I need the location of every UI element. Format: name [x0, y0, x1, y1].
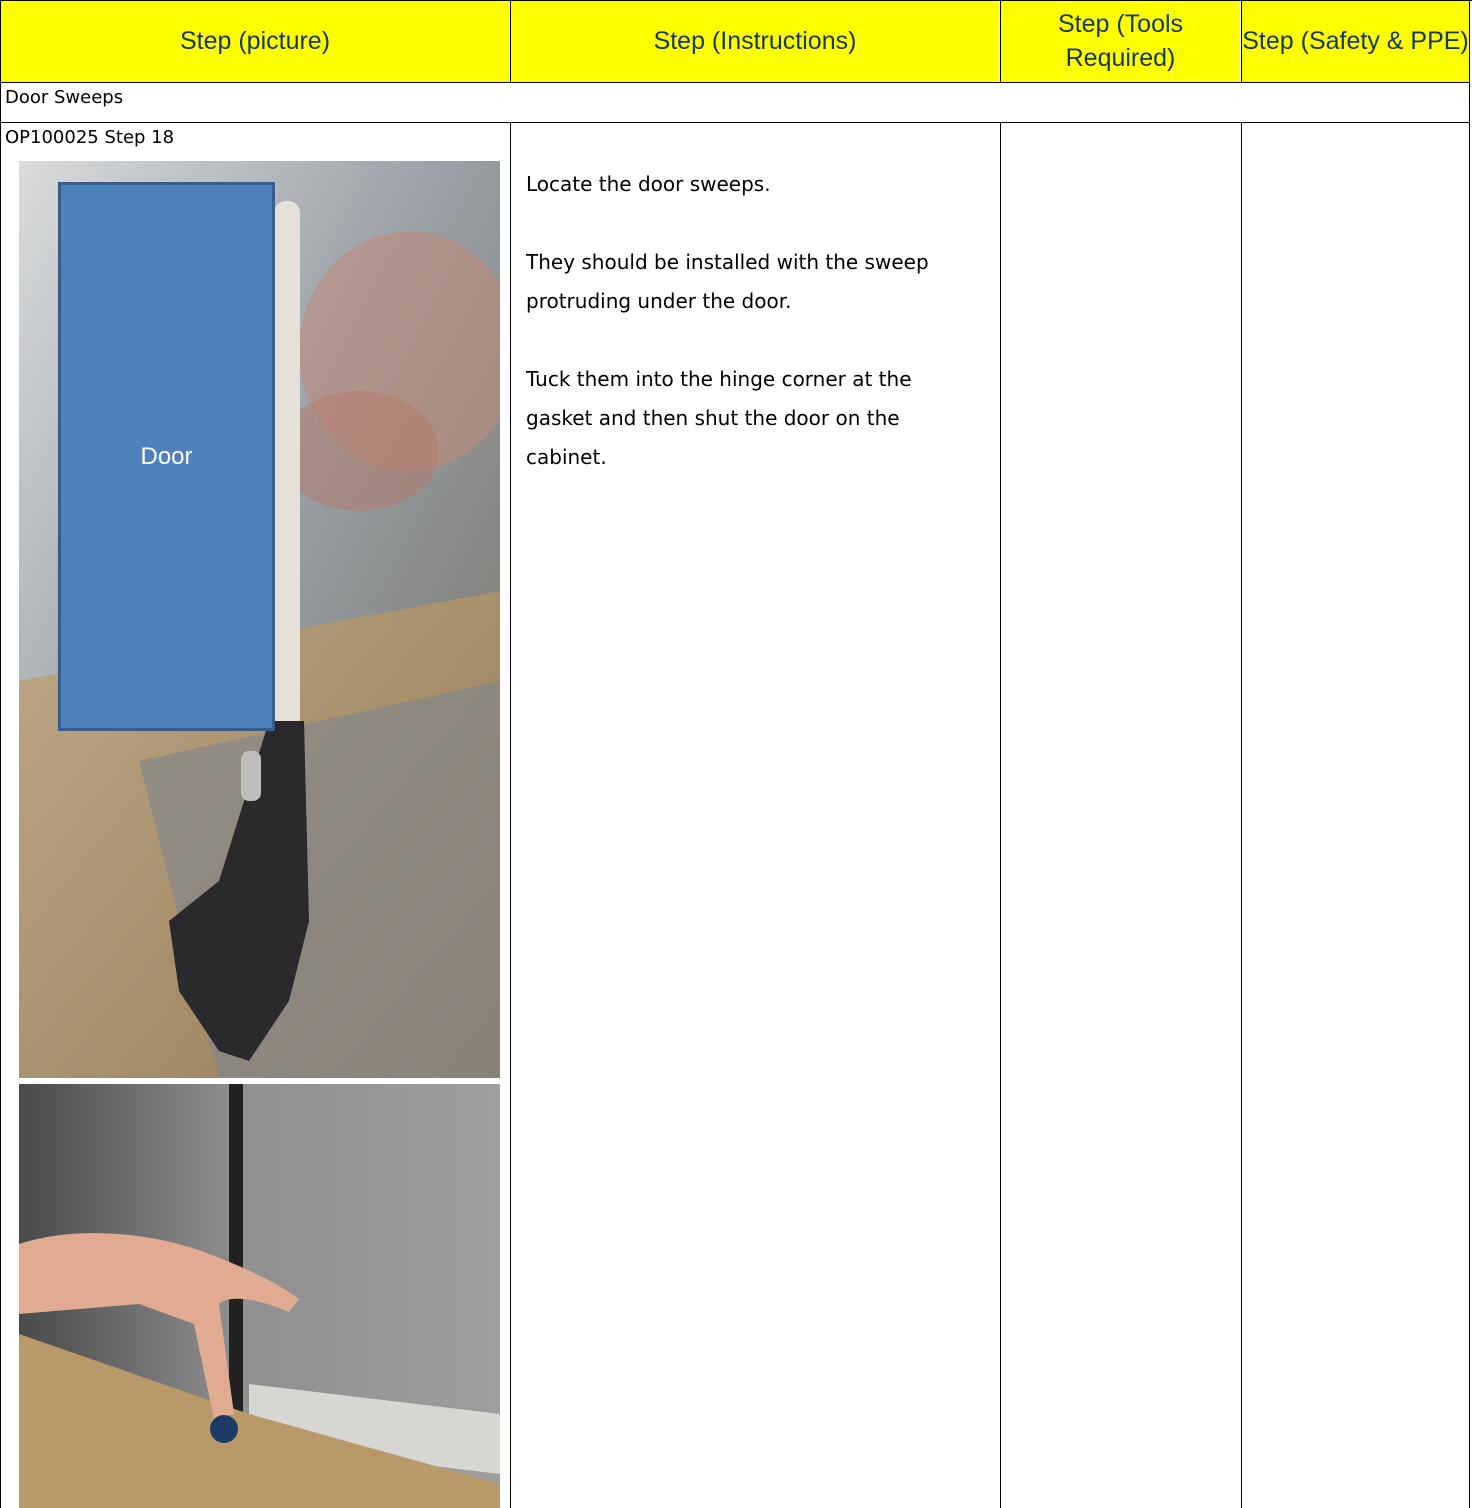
table-border-right	[1469, 0, 1470, 1508]
divider-tools-safety	[1241, 122, 1242, 1508]
divider-instructions-tools	[1000, 122, 1001, 1508]
hinge-corner-photo-drawing	[19, 1084, 500, 1508]
divider-tools-safety-top	[1241, 0, 1242, 82]
work-instruction-page: Step (picture) Step (Instructions) Step …	[0, 0, 1472, 1508]
instruction-paragraph: Tuck them into the hinge corner at the g…	[526, 367, 912, 469]
header-step-picture: Step (picture)	[1, 1, 509, 82]
table-border-top	[0, 0, 1472, 1]
header-step-tools: Step (Tools Required)	[1001, 1, 1240, 82]
instructions-text: Locate the door sweeps. They should be i…	[526, 165, 976, 516]
hinge-corner-photo	[19, 1084, 500, 1508]
header-step-instructions: Step (Instructions)	[511, 1, 999, 82]
header-bottom-rule	[0, 82, 1470, 83]
divider-instructions-tools-top	[1000, 0, 1001, 82]
door-callout-box: Door	[58, 182, 275, 731]
header-step-safety: Step (Safety & PPE)	[1242, 1, 1469, 82]
section-bottom-rule	[0, 122, 1470, 123]
instruction-paragraph: They should be installed with the sweep …	[526, 250, 929, 313]
step-label: OP100025 Step 18	[5, 127, 175, 148]
section-title: Door Sweeps	[5, 87, 124, 108]
door-callout-label: Door	[140, 442, 193, 470]
divider-picture-instructions	[510, 122, 511, 1508]
table-border-left	[0, 0, 1, 1508]
instruction-paragraph: Locate the door sweeps.	[526, 172, 771, 196]
divider-picture-instructions-top	[510, 0, 511, 82]
